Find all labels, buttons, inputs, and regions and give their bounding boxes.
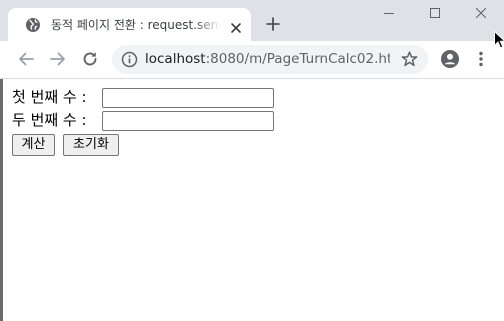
forward-arrow-icon[interactable] [49,50,67,68]
account-icon[interactable] [440,49,460,69]
first-number-input[interactable] [102,88,274,108]
window-close-button[interactable] [458,0,504,28]
close-icon [476,8,486,18]
maximize-icon [430,8,440,18]
tab-title: 동적 페이지 전환 : request.sendRedirect [51,18,221,32]
browser-toolbar: localhost:8080/m/PageTurnCalc02.html [0,41,504,79]
url-path: :8080/m/PageTurnCalc02.html [205,51,390,67]
minimize-icon [384,13,394,14]
tab-close-icon[interactable] [230,19,242,33]
page-content: 첫 번째 수 : 두 번째 수 : 계산 초기화 [0,79,504,321]
info-icon[interactable] [121,51,138,68]
minimize-button[interactable] [366,0,412,28]
star-icon[interactable] [400,50,419,69]
second-number-input[interactable] [102,111,274,131]
address-bar[interactable]: localhost:8080/m/PageTurnCalc02.html [112,45,428,74]
second-number-label: 두 번째 수 : [12,111,87,129]
mouse-cursor-icon [494,30,504,49]
browser-tab[interactable]: 동적 페이지 전환 : request.sendRedirect [8,8,251,41]
new-tab-plus-icon[interactable] [264,15,282,33]
reset-button[interactable]: 초기화 [63,134,119,156]
more-vert-icon[interactable] [476,50,486,68]
url-text: localhost:8080/m/PageTurnCalc02.html [145,45,390,74]
calculate-button[interactable]: 계산 [12,134,55,156]
first-number-label: 첫 번째 수 : [12,88,87,106]
title-bar: 동적 페이지 전환 : request.sendRedirect [0,0,504,41]
back-arrow-icon[interactable] [17,50,35,68]
url-host: localhost [145,51,206,67]
reload-icon[interactable] [81,50,99,68]
globe-icon [25,17,41,33]
maximize-button[interactable] [412,0,458,28]
